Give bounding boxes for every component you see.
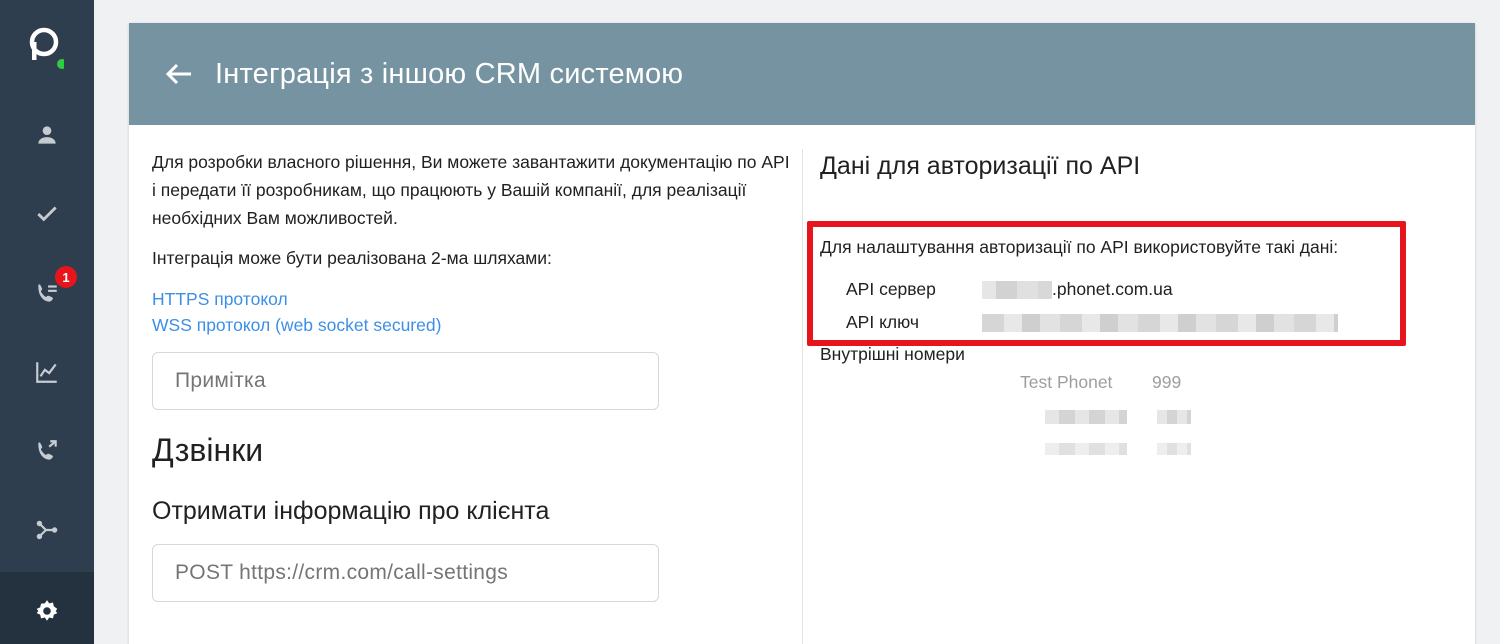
- note-field[interactable]: Примітка: [152, 352, 659, 410]
- api-key-value: [982, 312, 1338, 333]
- sidebar: 1: [0, 0, 94, 644]
- redacted-blur: [982, 314, 1338, 333]
- https-protocol-link[interactable]: HTTPS протокол: [152, 286, 792, 312]
- user-icon: [38, 126, 56, 144]
- sidebar-item-tasks[interactable]: [0, 175, 94, 253]
- client-info-heading: Отримати інформацію про клієнта: [152, 497, 550, 525]
- extension-name: Test Phonet: [1020, 372, 1113, 392]
- share-icon: [36, 520, 58, 540]
- extension-number: 999: [1152, 372, 1182, 392]
- back-arrow-icon[interactable]: [165, 59, 195, 89]
- redacted-blur: [1045, 443, 1127, 455]
- left-column: Для розробки власного рішення, Ви можете…: [152, 148, 792, 602]
- client-info-url-field[interactable]: POST https://crm.com/call-settings: [152, 544, 659, 602]
- card-header: Інтеграція з іншою CRM системою: [129, 23, 1475, 125]
- ways-text: Інтеграція може бути реалізована 2-ма шл…: [152, 248, 552, 268]
- wss-protocol-link[interactable]: WSS протокол (web socket secured): [152, 312, 792, 338]
- description-text: Для розробки власного рішення, Ви можете…: [152, 152, 790, 228]
- api-auth-title: Дані для авторизації по API: [820, 152, 1141, 180]
- integration-card: Інтеграція з іншою CRM системою Для розр…: [129, 23, 1475, 644]
- column-divider: [802, 149, 803, 644]
- sidebar-item-settings[interactable]: [0, 572, 94, 644]
- sidebar-item-call-queue[interactable]: [0, 254, 94, 332]
- redacted-blur: [982, 281, 1052, 300]
- protocol-links: HTTPS протокол WSS протокол (web socket …: [152, 286, 792, 338]
- api-server-domain: .phonet.com.ua: [1052, 279, 1173, 299]
- sidebar-item-calls[interactable]: [0, 412, 94, 490]
- calls-heading: Дзвінки: [152, 432, 264, 468]
- chart-icon: [36, 362, 57, 383]
- sidebar-item-contacts[interactable]: [0, 96, 94, 174]
- gear-icon: [36, 600, 58, 621]
- call-queue-badge: 1: [55, 266, 77, 288]
- redacted-blur: [1045, 410, 1127, 424]
- page-title: Інтеграція з іншою CRM системою: [215, 57, 684, 90]
- api-intro-text: Для налаштування авторизації по API вико…: [820, 237, 1339, 257]
- phone-list-icon: [38, 284, 57, 302]
- phonet-logo-icon[interactable]: [24, 24, 67, 72]
- redacted-blur: [1157, 443, 1191, 455]
- redacted-blur: [1157, 410, 1191, 424]
- right-column: Дані для авторизації по API Для налаштув…: [807, 148, 1460, 455]
- api-server-value: .phonet.com.ua: [982, 279, 1173, 300]
- sidebar-item-integrations[interactable]: [0, 491, 94, 569]
- sidebar-item-analytics[interactable]: [0, 333, 94, 411]
- phone-forward-icon: [38, 440, 57, 460]
- extensions-title: Внутрішні номери: [820, 344, 965, 364]
- api-key-label: API ключ: [846, 312, 919, 332]
- check-icon: [37, 206, 57, 222]
- api-server-label: API сервер: [846, 279, 936, 299]
